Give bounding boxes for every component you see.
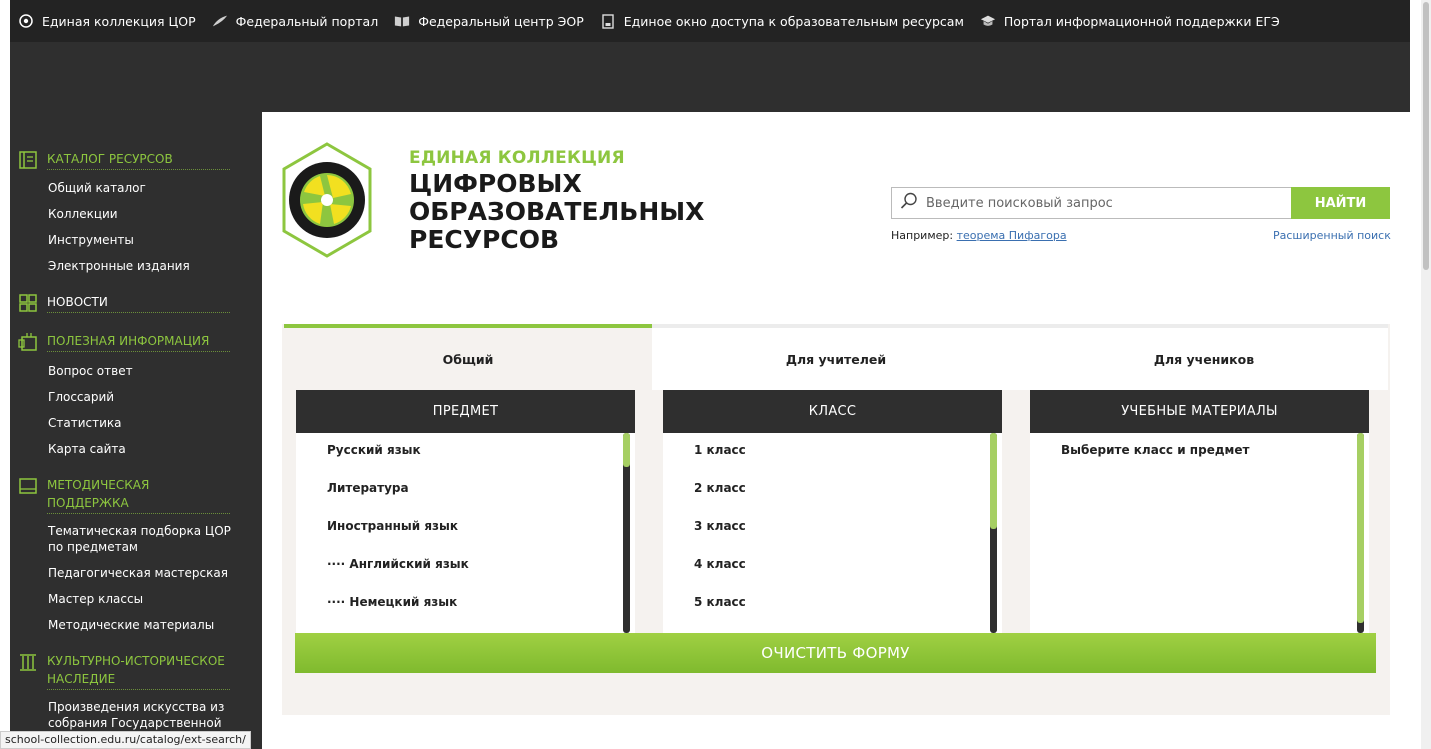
list-item[interactable]: Литература: [327, 481, 409, 495]
grid-icon: [18, 293, 38, 313]
materials-list: Выберите класс и предмет: [1030, 433, 1369, 634]
list-item[interactable]: 4 класс: [694, 557, 746, 571]
scrollbar[interactable]: [990, 433, 997, 633]
page-margin: [0, 0, 10, 749]
sidebar-item-sitemap[interactable]: Карта сайта: [48, 441, 238, 457]
toplink-label: Федеральный центр ЭОР: [418, 13, 584, 29]
search-button[interactable]: НАЙТИ: [1291, 187, 1390, 219]
list-item[interactable]: 2 класс: [694, 481, 746, 495]
sidebar-item-general-catalog[interactable]: Общий каталог: [48, 180, 238, 196]
scrollbar[interactable]: [623, 433, 630, 633]
sidebar-section-title: КУЛЬТУРНО-ИСТОРИЧЕСКОЕ НАСЛЕДИЕ: [47, 652, 230, 690]
toplink-collection[interactable]: Единая коллекция ЦОР: [18, 13, 196, 29]
list-item[interactable]: 3 класс: [694, 519, 746, 533]
brand-title: ЦИФРОВЫХ ОБРАЗОВАТЕЛЬНЫХ РЕСУРСОВ: [409, 170, 704, 254]
subject-list: Русский язык Литература Иностранный язык…: [296, 433, 635, 634]
sidebar-item-method-materials[interactable]: Методические материалы: [48, 617, 238, 633]
list-item: Выберите класс и предмет: [1061, 443, 1250, 457]
subject-column: ПРЕДМЕТ Русский язык Литература Иностран…: [296, 390, 635, 634]
sidebar-section-title: НОВОСТИ: [47, 293, 230, 313]
sidebar: КАТАЛОГ РЕСУРСОВ Общий каталог Коллекции…: [10, 112, 262, 749]
toplink-ege-portal[interactable]: Портал информационной поддержки ЕГЭ: [980, 13, 1280, 29]
sidebar-item-glossary[interactable]: Глоссарий: [48, 389, 238, 405]
sidebar-section-catalog[interactable]: КАТАЛОГ РЕСУРСОВ: [18, 150, 230, 170]
search-icon: [900, 192, 918, 214]
sidebar-section-useful-info[interactable]: ПОЛЕЗНАЯ ИНФОРМАЦИЯ: [18, 332, 230, 352]
example-link[interactable]: теорема Пифагора: [957, 229, 1067, 242]
toplink-eor-center[interactable]: Федеральный центр ЭОР: [394, 13, 584, 29]
brand-line: РЕСУРСОВ: [409, 225, 559, 254]
sidebar-item-thematic[interactable]: Тематическая подборка ЦОР по предметам: [48, 523, 238, 555]
book-icon: [394, 13, 410, 29]
grade-column: КЛАСС 1 класс 2 класс 3 класс 4 класс 5 …: [663, 390, 1002, 634]
list-item[interactable]: ···· Английский язык: [327, 557, 469, 571]
list-item[interactable]: 5 класс: [694, 595, 746, 609]
brand-line: ЦИФРОВЫХ: [409, 169, 582, 198]
search-panel: Общий Для учителей Для учеников ПРЕДМЕТ …: [282, 324, 1390, 715]
sidebar-item-artworks[interactable]: Произведения искусства из собрания Госуд…: [48, 699, 238, 731]
list-item[interactable]: ···· Немецкий язык: [327, 595, 457, 609]
sidebar-item-collections[interactable]: Коллекции: [48, 206, 238, 222]
scrollbar[interactable]: [1357, 433, 1364, 633]
monitor-icon: [18, 476, 38, 496]
status-url: school-collection.edu.ru/catalog/ext-sea…: [0, 731, 251, 749]
sidebar-section-title: МЕТОДИЧЕСКАЯ ПОДДЕРЖКА: [47, 476, 230, 514]
column-header: ПРЕДМЕТ: [296, 390, 635, 433]
sidebar-item-masterclasses[interactable]: Мастер классы: [48, 591, 238, 607]
scrollbar-thumb[interactable]: [1357, 433, 1364, 623]
search-bar: НАЙТИ: [891, 187, 1390, 219]
info-icon: [18, 332, 38, 352]
sidebar-item-e-editions[interactable]: Электронные издания: [48, 258, 238, 274]
search-example: Например: теорема Пифагора: [891, 229, 1067, 242]
toplink-label: Единая коллекция ЦОР: [42, 13, 196, 29]
sidebar-item-statistics[interactable]: Статистика: [48, 415, 238, 431]
brand-line: ОБРАЗОВАТЕЛЬНЫХ: [409, 197, 705, 226]
sidebar-item-faq[interactable]: Вопрос ответ: [48, 363, 238, 379]
list-item[interactable]: Русский язык: [327, 443, 421, 457]
list-item[interactable]: 1 класс: [694, 443, 746, 457]
column-header: УЧЕБНЫЕ МАТЕРИАЛЫ: [1030, 390, 1369, 433]
sidebar-section-news[interactable]: НОВОСТИ: [18, 293, 230, 313]
sidebar-section-methodical[interactable]: МЕТОДИЧЕСКАЯ ПОДДЕРЖКА: [18, 476, 230, 514]
toplink-label: Портал информационной поддержки ЕГЭ: [1003, 13, 1280, 29]
toplink-label: Федеральный портал: [235, 13, 379, 29]
document-icon: [600, 13, 616, 29]
sidebar-section-heritage[interactable]: КУЛЬТУРНО-ИСТОРИЧЕСКОЕ НАСЛЕДИЕ: [18, 652, 230, 690]
list-item[interactable]: Иностранный язык: [327, 519, 458, 533]
scrollbar-thumb[interactable]: [623, 433, 630, 467]
tab-teachers[interactable]: Для учителей: [652, 324, 1020, 390]
sidebar-section-title: ПОЛЕЗНАЯ ИНФОРМАЦИЯ: [47, 332, 230, 352]
sidebar-section-title: КАТАЛОГ РЕСУРСОВ: [47, 150, 230, 170]
sidebar-item-workshop[interactable]: Педагогическая мастерская: [48, 565, 238, 581]
tab-general[interactable]: Общий: [284, 324, 652, 390]
advanced-search-link[interactable]: Расширенный поиск: [1273, 229, 1391, 242]
page-scrollbar-thumb[interactable]: [1423, 2, 1429, 270]
tab-students[interactable]: Для учеников: [1020, 324, 1388, 390]
brand-subtitle: ЕДИНАЯ КОЛЛЕКЦИЯ: [409, 148, 625, 168]
tabs: Общий Для учителей Для учеников: [284, 324, 1388, 390]
example-label: Например:: [891, 229, 954, 242]
scrollbar-thumb[interactable]: [990, 433, 997, 529]
feather-icon: [212, 13, 228, 29]
search-input[interactable]: [926, 195, 1266, 211]
site-logo[interactable]: [282, 142, 372, 258]
catalog-icon: [18, 150, 38, 170]
columns-icon: [18, 652, 38, 672]
main-content: ЕДИНАЯ КОЛЛЕКЦИЯ ЦИФРОВЫХ ОБРАЗОВАТЕЛЬНЫ…: [262, 112, 1410, 749]
column-header: КЛАСС: [663, 390, 1002, 433]
page-scrollbar[interactable]: [1421, 0, 1431, 749]
clear-form-button[interactable]: ОЧИСТИТЬ ФОРМУ: [295, 633, 1376, 673]
toplink-label: Единое окно доступа к образовательным ре…: [623, 13, 964, 29]
top-bar: Единая коллекция ЦОР Федеральный портал …: [10, 0, 1410, 42]
toplink-federal-portal[interactable]: Федеральный портал: [212, 13, 379, 29]
search-field[interactable]: [891, 187, 1291, 219]
sidebar-item-tools[interactable]: Инструменты: [48, 232, 238, 248]
toplink-single-window[interactable]: Единое окно доступа к образовательным ре…: [600, 13, 964, 29]
materials-column: УЧЕБНЫЕ МАТЕРИАЛЫ Выберите класс и предм…: [1030, 390, 1369, 634]
disc-icon: [18, 13, 34, 29]
cap-icon: [980, 13, 996, 29]
grade-list: 1 класс 2 класс 3 класс 4 класс 5 класс: [663, 433, 1002, 634]
header-band: [10, 42, 1410, 112]
